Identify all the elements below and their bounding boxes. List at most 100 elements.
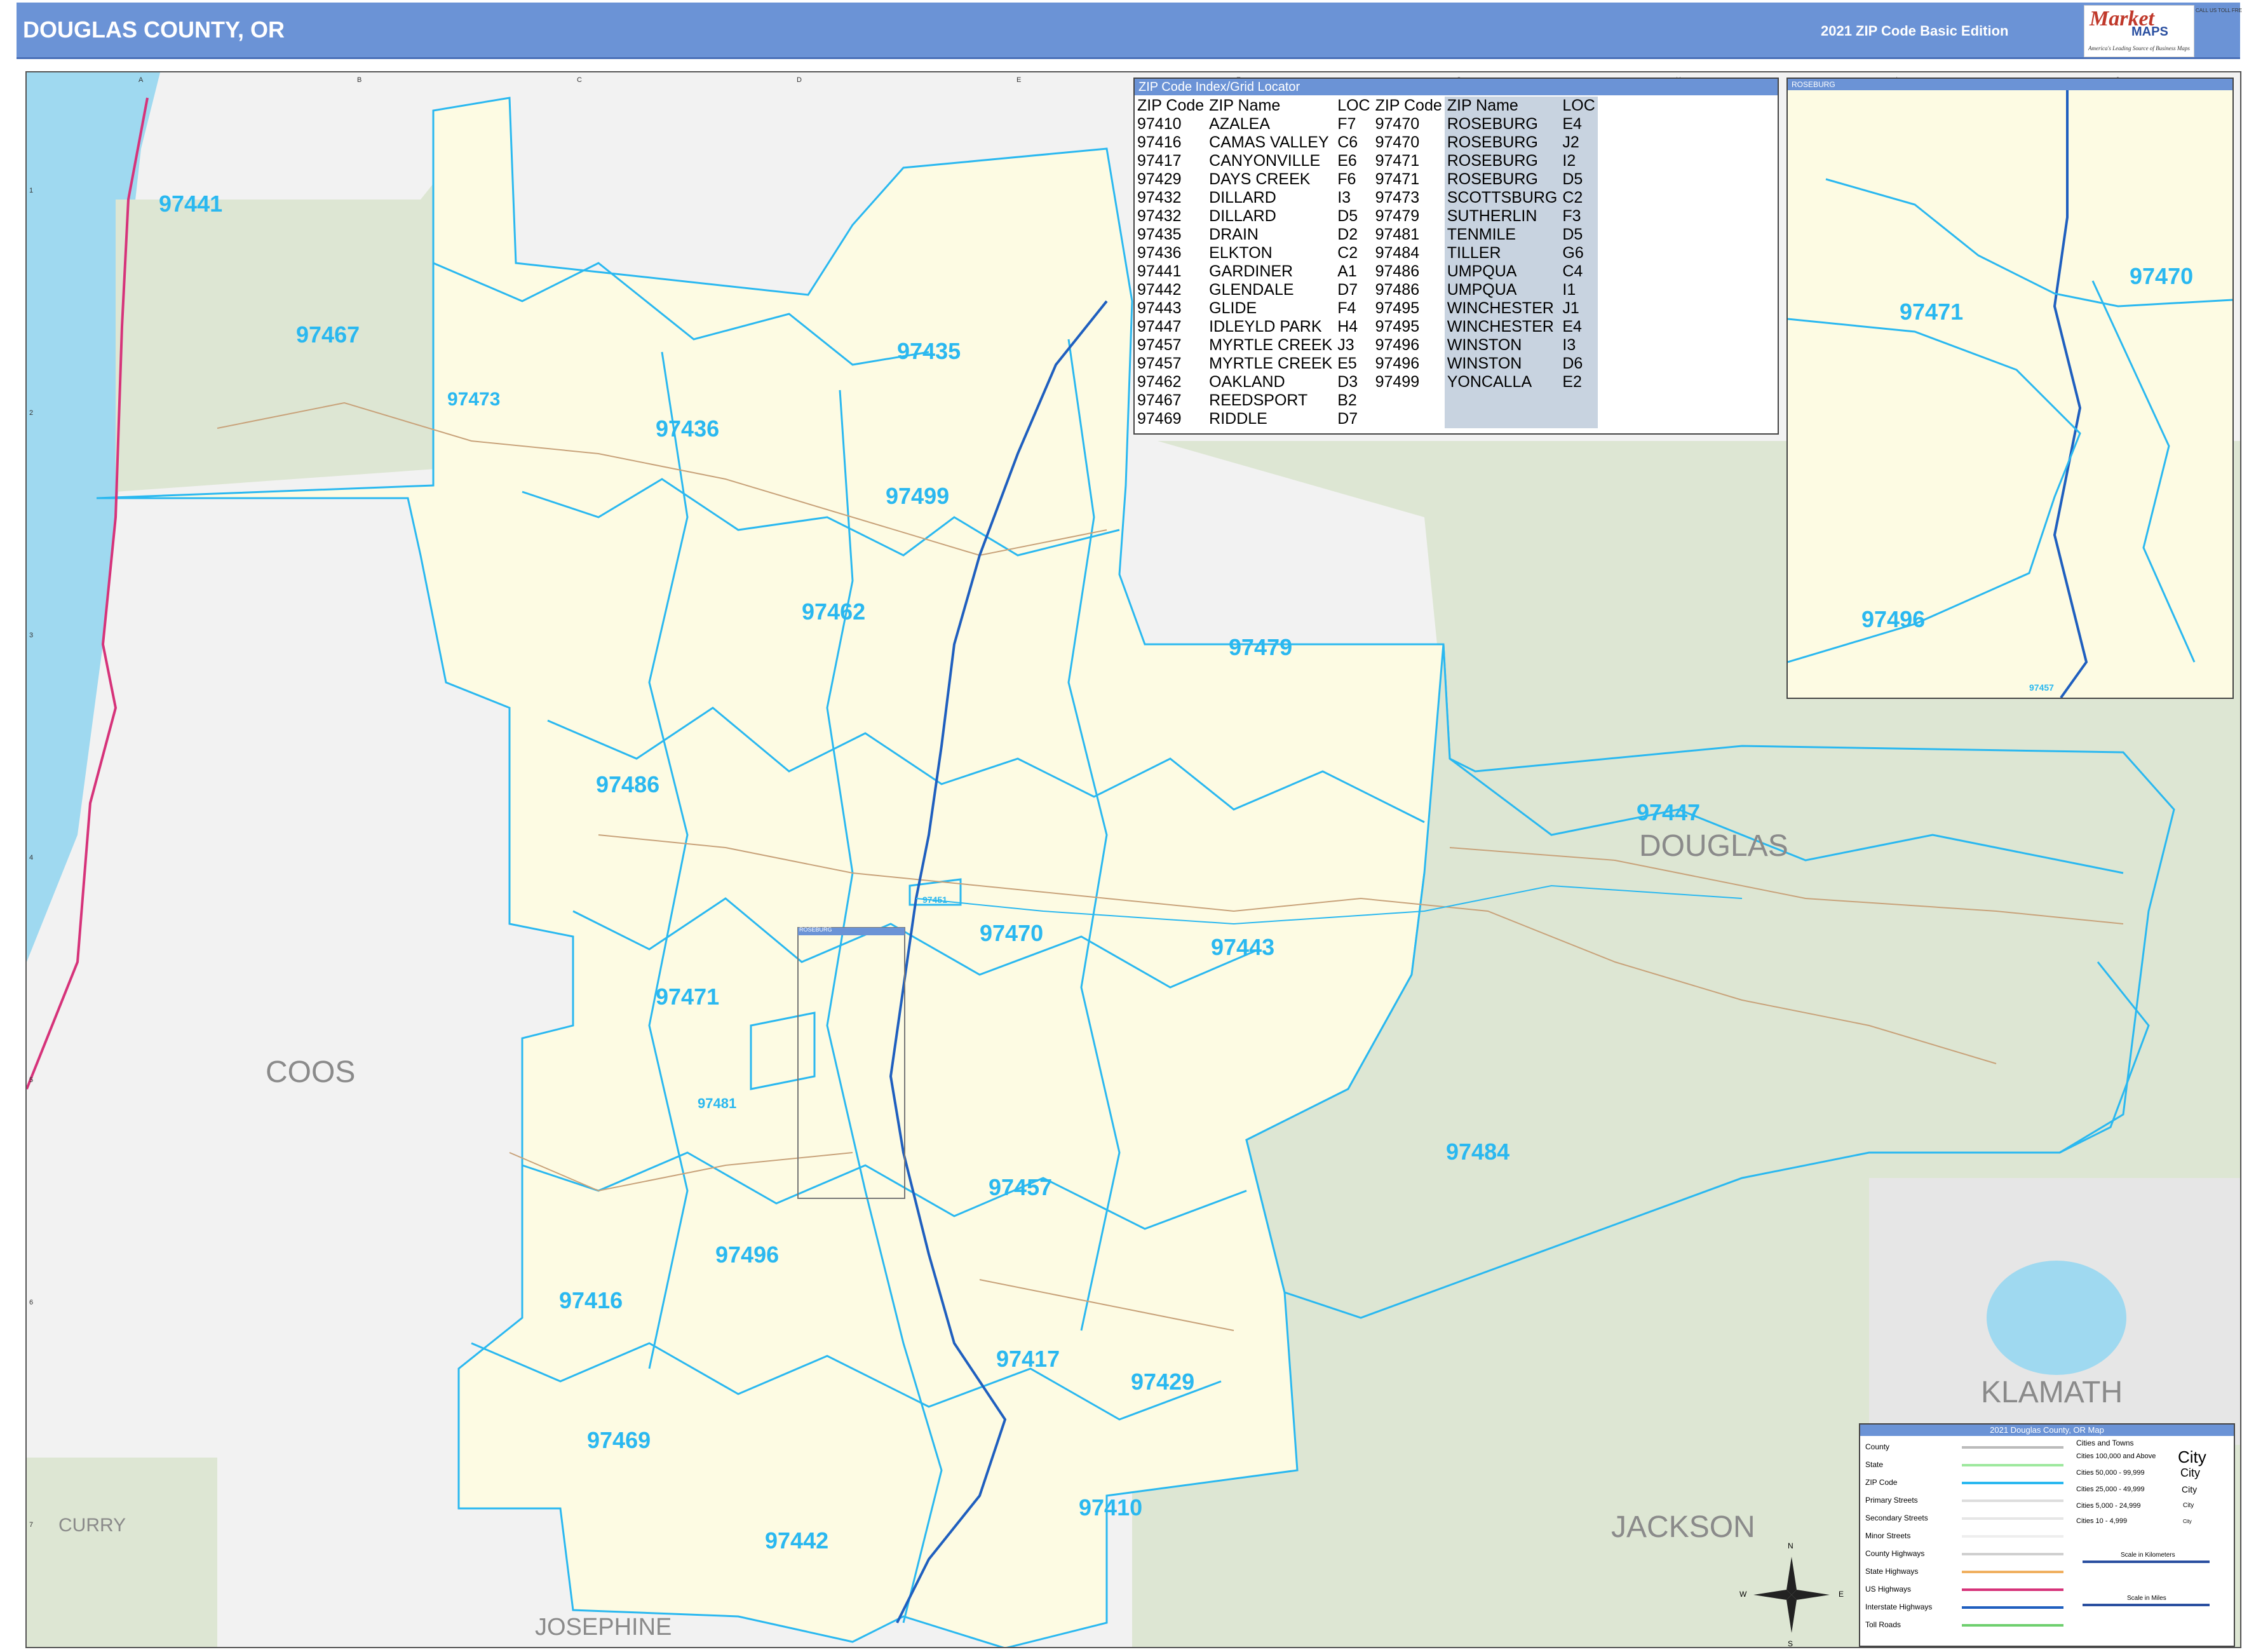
zip-label[interactable]: 97486 [596,771,659,798]
zip-label[interactable]: 97496 [715,1242,779,1268]
zip-label[interactable]: 97469 [587,1427,651,1454]
zip-label[interactable]: 97410 [1079,1494,1142,1521]
zip-label[interactable]: 97499 [886,483,949,510]
grid-row-6: 6 [29,1299,34,1306]
table-cell: 97470 [1375,115,1420,133]
legend-city-sample: City [2178,1447,2206,1466]
table-cell: I3 [1337,189,1351,207]
county-label-jackson: JACKSON [1611,1510,1755,1544]
legend-swatch [1962,1482,2063,1484]
table-cell: 97484 [1375,244,1420,262]
table-cell: ROSEBURG [1444,115,1560,133]
zip-label[interactable]: 97467 [296,322,360,348]
table-cell: 97499 [1375,373,1420,391]
table-cell: 97486 [1375,281,1420,299]
legend-swatch [1962,1624,2063,1627]
table-cell: 97432 [1137,189,1182,207]
table-cell: 97481 [1375,226,1420,243]
compass-rose: N S E W [1739,1541,1844,1648]
zip-label[interactable]: 97447 [1637,799,1700,826]
zip-index-title: ZIP Code Index/Grid Locator [1135,79,1778,95]
zip-label[interactable]: 97473 [447,389,500,410]
legend-swatch [1962,1606,2063,1609]
zip-index-header-row: ZIP Code ZIP Name LOC ZIP Code ZIP Name … [1135,97,1598,115]
inset-zip-label[interactable]: 97496 [1861,606,1925,633]
zip-label[interactable]: 97435 [897,338,961,365]
inset-canvas[interactable] [1788,90,2232,698]
table-cell: ROSEBURG [1444,133,1560,152]
grid-col-a: A [138,76,144,84]
table-cell: 97457 [1137,355,1182,372]
legend-city-range: Cities 100,000 and Above [2076,1452,2156,1460]
zip-label[interactable]: 97416 [559,1287,623,1314]
zip-index-table: ZIP Code ZIP Name LOC ZIP Code ZIP Name … [1135,97,1598,428]
table-cell: TENMILE [1444,226,1560,244]
table-cell: 97473 [1375,189,1420,207]
zip-index-row: 97442 GLENDALE D7 97486 UMPQUA I1 [1135,281,1598,299]
scale-mi-label: Scale in Miles [2127,1595,2166,1602]
legend-swatch [1962,1517,2063,1520]
market-maps-logo: Market MAPS America's Leading Source of … [2084,5,2194,57]
zip-label[interactable]: 97442 [765,1527,828,1554]
zip-index-body: ZIP Code ZIP Name LOC ZIP Code ZIP Name … [1135,97,1598,428]
zip-label[interactable]: 97470 [980,920,1043,947]
zip-label[interactable]: 97471 [656,984,719,1010]
legend-swatch [1962,1553,2063,1555]
table-cell: C2 [1560,189,1598,207]
zip-index-row: 97469 RIDDLE D7 [1135,410,1598,428]
table-cell: 97443 [1137,299,1182,317]
table-cell: F3 [1560,207,1598,226]
inset-zip-label[interactable]: 97470 [2130,263,2193,290]
zip-index-row: 97417 CANYONVILLE E6 97471 ROSEBURG I2 [1135,152,1598,170]
inset-zip-label[interactable]: 97457 [2029,682,2054,693]
table-cell: DILLARD [1209,207,1276,225]
table-cell: F6 [1337,170,1356,188]
zip-label[interactable]: 97441 [159,191,222,217]
zip-label[interactable]: 97451 [922,895,947,905]
zip-label[interactable]: 97443 [1211,934,1274,961]
table-cell [1373,391,1445,410]
county-label-douglas: DOUGLAS [1639,829,1788,863]
roseburg-inset-map[interactable]: ROSEBURG 97470 97471 97496 97457 [1786,78,2234,699]
legend-city-range: Cities 50,000 - 99,999 [2076,1469,2145,1477]
grid-col-c: C [577,76,582,84]
zip-label[interactable]: 97429 [1131,1369,1194,1395]
zip-label[interactable]: 97436 [656,416,719,442]
grid-row-2: 2 [29,409,34,417]
column-header: ZIP Code [1137,97,1205,114]
table-cell: 97496 [1375,336,1420,354]
column-header: LOC [1560,97,1598,115]
table-cell: SCOTTSBURG [1444,189,1560,207]
zip-label[interactable]: 97479 [1229,634,1292,661]
table-cell [1444,410,1560,428]
zip-label[interactable]: 97417 [996,1346,1060,1372]
zip-index-row: 97435 DRAIN D2 97481 TENMILE D5 [1135,226,1598,244]
table-cell: C2 [1337,244,1358,262]
zip-label[interactable]: 97457 [989,1174,1052,1201]
zip-label[interactable]: 97462 [802,599,865,625]
zip-label[interactable]: 97481 [698,1095,736,1112]
table-cell: J2 [1560,133,1598,152]
column-header: ZIP Name [1444,97,1560,115]
zip-index-row: 97416 CAMAS VALLEY C6 97470 ROSEBURG J2 [1135,133,1598,152]
inset-outline-label: ROSEBURG [799,926,832,933]
grid-row-5: 5 [29,1076,34,1084]
table-cell: A1 [1337,262,1357,280]
table-cell: 97471 [1375,170,1420,188]
table-cell: GLIDE [1209,299,1257,317]
table-cell [1560,410,1598,428]
table-cell: 97469 [1137,410,1182,428]
compass-icon [1753,1557,1830,1633]
inset-zip-label[interactable]: 97471 [1900,299,1963,325]
zip-label[interactable]: 97484 [1446,1139,1509,1165]
table-cell: 97441 [1137,262,1182,280]
table-cell: I3 [1560,336,1598,355]
forest-curry [27,1458,217,1647]
column-header: ZIP Name [1209,97,1281,114]
table-cell: 97462 [1137,373,1182,391]
compass-e: E [1839,1590,1844,1599]
legend-swatch [1962,1535,2063,1538]
table-cell: 97447 [1137,318,1182,335]
table-cell: YONCALLA [1444,373,1560,391]
table-cell: WINSTON [1444,336,1560,355]
